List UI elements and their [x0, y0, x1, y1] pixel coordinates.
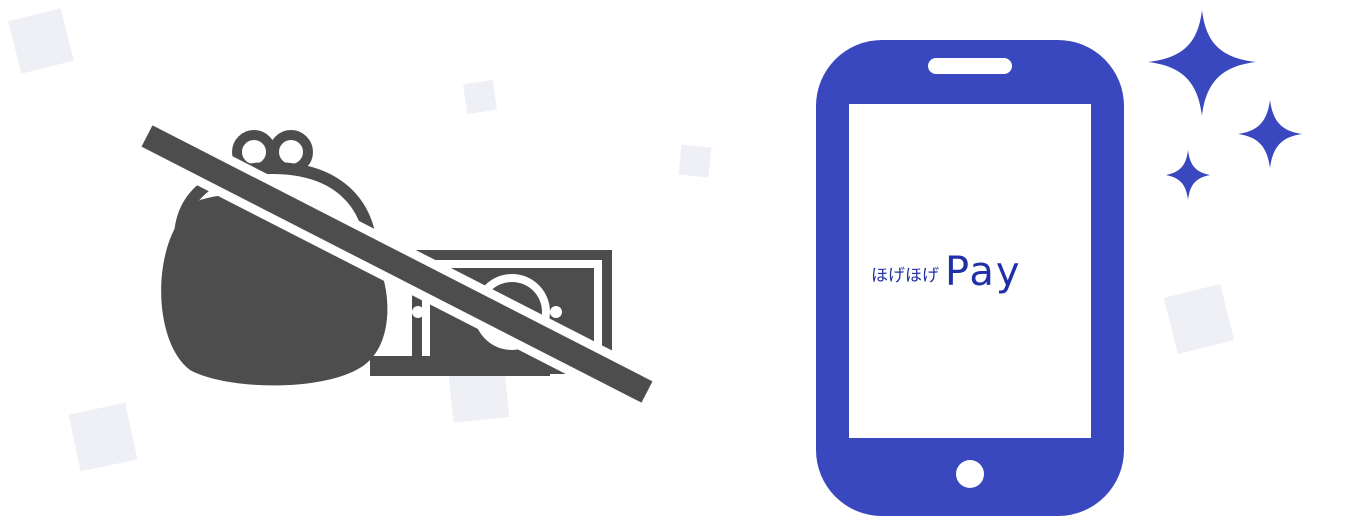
deco-square	[448, 369, 510, 423]
phone-home-button	[956, 460, 984, 488]
sparkle-small	[1166, 150, 1210, 200]
hogehoge-pay-logo: ほげほげ Pay	[871, 248, 1071, 292]
no-cash-purse-icon	[137, 117, 657, 411]
deco-square	[1163, 283, 1235, 355]
sparkle-medium	[1238, 100, 1302, 168]
sparkle-icon	[1148, 10, 1302, 200]
deco-square	[463, 80, 497, 114]
illustration-canvas	[8, 8, 1302, 516]
logo-pay-text: Pay	[945, 249, 1022, 295]
deco-square	[8, 8, 74, 74]
deco-square	[68, 402, 138, 472]
illustration: ほげほげ Pay	[0, 0, 1356, 520]
deco-square	[678, 144, 712, 178]
sparkle-large	[1148, 10, 1256, 116]
phone-speaker	[928, 58, 1012, 74]
logo-jp-text: ほげほげ	[871, 266, 939, 286]
